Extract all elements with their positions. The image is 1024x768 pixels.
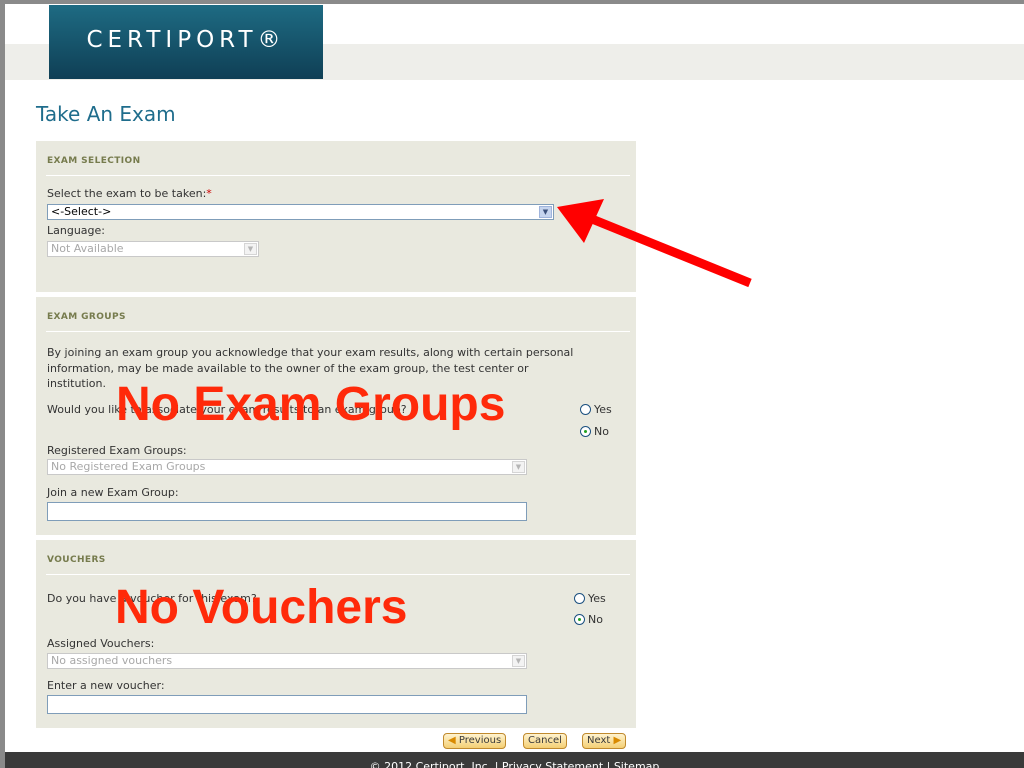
exam-selection-heading: EXAM SELECTION: [47, 156, 141, 166]
radio-no-label: No: [594, 425, 609, 438]
next-button-label: Next: [587, 735, 611, 746]
footer: © 2012 Certiport, Inc. | Privacy Stateme…: [5, 752, 1024, 768]
previous-button-label: Previous: [458, 735, 502, 746]
window-left-border: [0, 0, 5, 768]
registered-groups-value: No Registered Exam Groups: [51, 460, 206, 473]
page-title: Take An Exam: [36, 102, 176, 126]
join-group-label: Join a new Exam Group:: [47, 486, 179, 499]
voucher-no-option[interactable]: No: [574, 613, 603, 626]
registered-groups-select[interactable]: No Registered Exam Groups ▼: [47, 459, 527, 475]
radio-yes[interactable]: [580, 404, 591, 415]
arrow-right-icon: ▶: [613, 735, 622, 746]
chevron-down-icon: ▼: [244, 243, 257, 255]
exam-select-label: Select the exam to be taken:*: [47, 187, 212, 200]
no-vouchers-annotation: No Vouchers: [115, 581, 408, 634]
divider: [46, 331, 630, 332]
enter-voucher-input[interactable]: [47, 695, 527, 714]
language-select-value: Not Available: [51, 242, 124, 255]
language-select[interactable]: Not Available ▼: [47, 241, 259, 257]
exam-select-value: <-Select->: [51, 205, 112, 218]
enter-voucher-label: Enter a new voucher:: [47, 679, 165, 692]
vouchers-heading: VOUCHERS: [47, 555, 106, 565]
radio-no[interactable]: [574, 614, 585, 625]
radio-no[interactable]: [580, 426, 591, 437]
cancel-button[interactable]: Cancel: [523, 733, 567, 749]
assigned-vouchers-label: Assigned Vouchers:: [47, 637, 155, 650]
exam-selection-panel: EXAM SELECTION Select the exam to be tak…: [36, 141, 636, 292]
radio-no-label: No: [588, 613, 603, 626]
previous-button[interactable]: ◀ Previous: [443, 733, 507, 749]
assigned-vouchers-value: No assigned vouchers: [51, 654, 173, 667]
arrow-left-icon: ◀: [448, 735, 456, 746]
no-exam-groups-annotation: No Exam Groups: [116, 378, 506, 431]
exam-groups-heading: EXAM GROUPS: [47, 312, 126, 322]
radio-yes-label: Yes: [588, 592, 606, 605]
vouchers-panel: VOUCHERS Do you have a voucher for this …: [36, 540, 636, 728]
divider: [46, 574, 630, 575]
exam-select[interactable]: <-Select-> ▼: [47, 204, 554, 220]
certiport-logo[interactable]: CERTIPORT®: [49, 5, 323, 79]
required-mark: *: [206, 187, 212, 200]
radio-yes-label: Yes: [594, 403, 612, 416]
exam-select-label-text: Select the exam to be taken:: [47, 187, 207, 200]
chevron-down-icon[interactable]: ▼: [539, 206, 552, 218]
logo-text: CERTIPORT®: [86, 27, 286, 53]
join-group-input[interactable]: [47, 502, 527, 521]
window-top-border: [0, 0, 1024, 4]
chevron-down-icon: ▼: [512, 655, 525, 667]
radio-yes[interactable]: [574, 593, 585, 604]
registered-groups-label: Registered Exam Groups:: [47, 444, 187, 457]
exam-group-yes-option[interactable]: Yes: [580, 403, 612, 416]
footer-text: © 2012 Certiport, Inc. | Privacy Stateme…: [369, 760, 660, 768]
divider: [46, 175, 630, 176]
language-label: Language:: [47, 224, 105, 237]
exam-group-no-option[interactable]: No: [580, 425, 609, 438]
next-button[interactable]: Next ▶: [582, 733, 627, 749]
cancel-button-label: Cancel: [528, 735, 562, 746]
chevron-down-icon: ▼: [512, 461, 525, 473]
voucher-yes-option[interactable]: Yes: [574, 592, 606, 605]
assigned-vouchers-select[interactable]: No assigned vouchers ▼: [47, 653, 527, 669]
